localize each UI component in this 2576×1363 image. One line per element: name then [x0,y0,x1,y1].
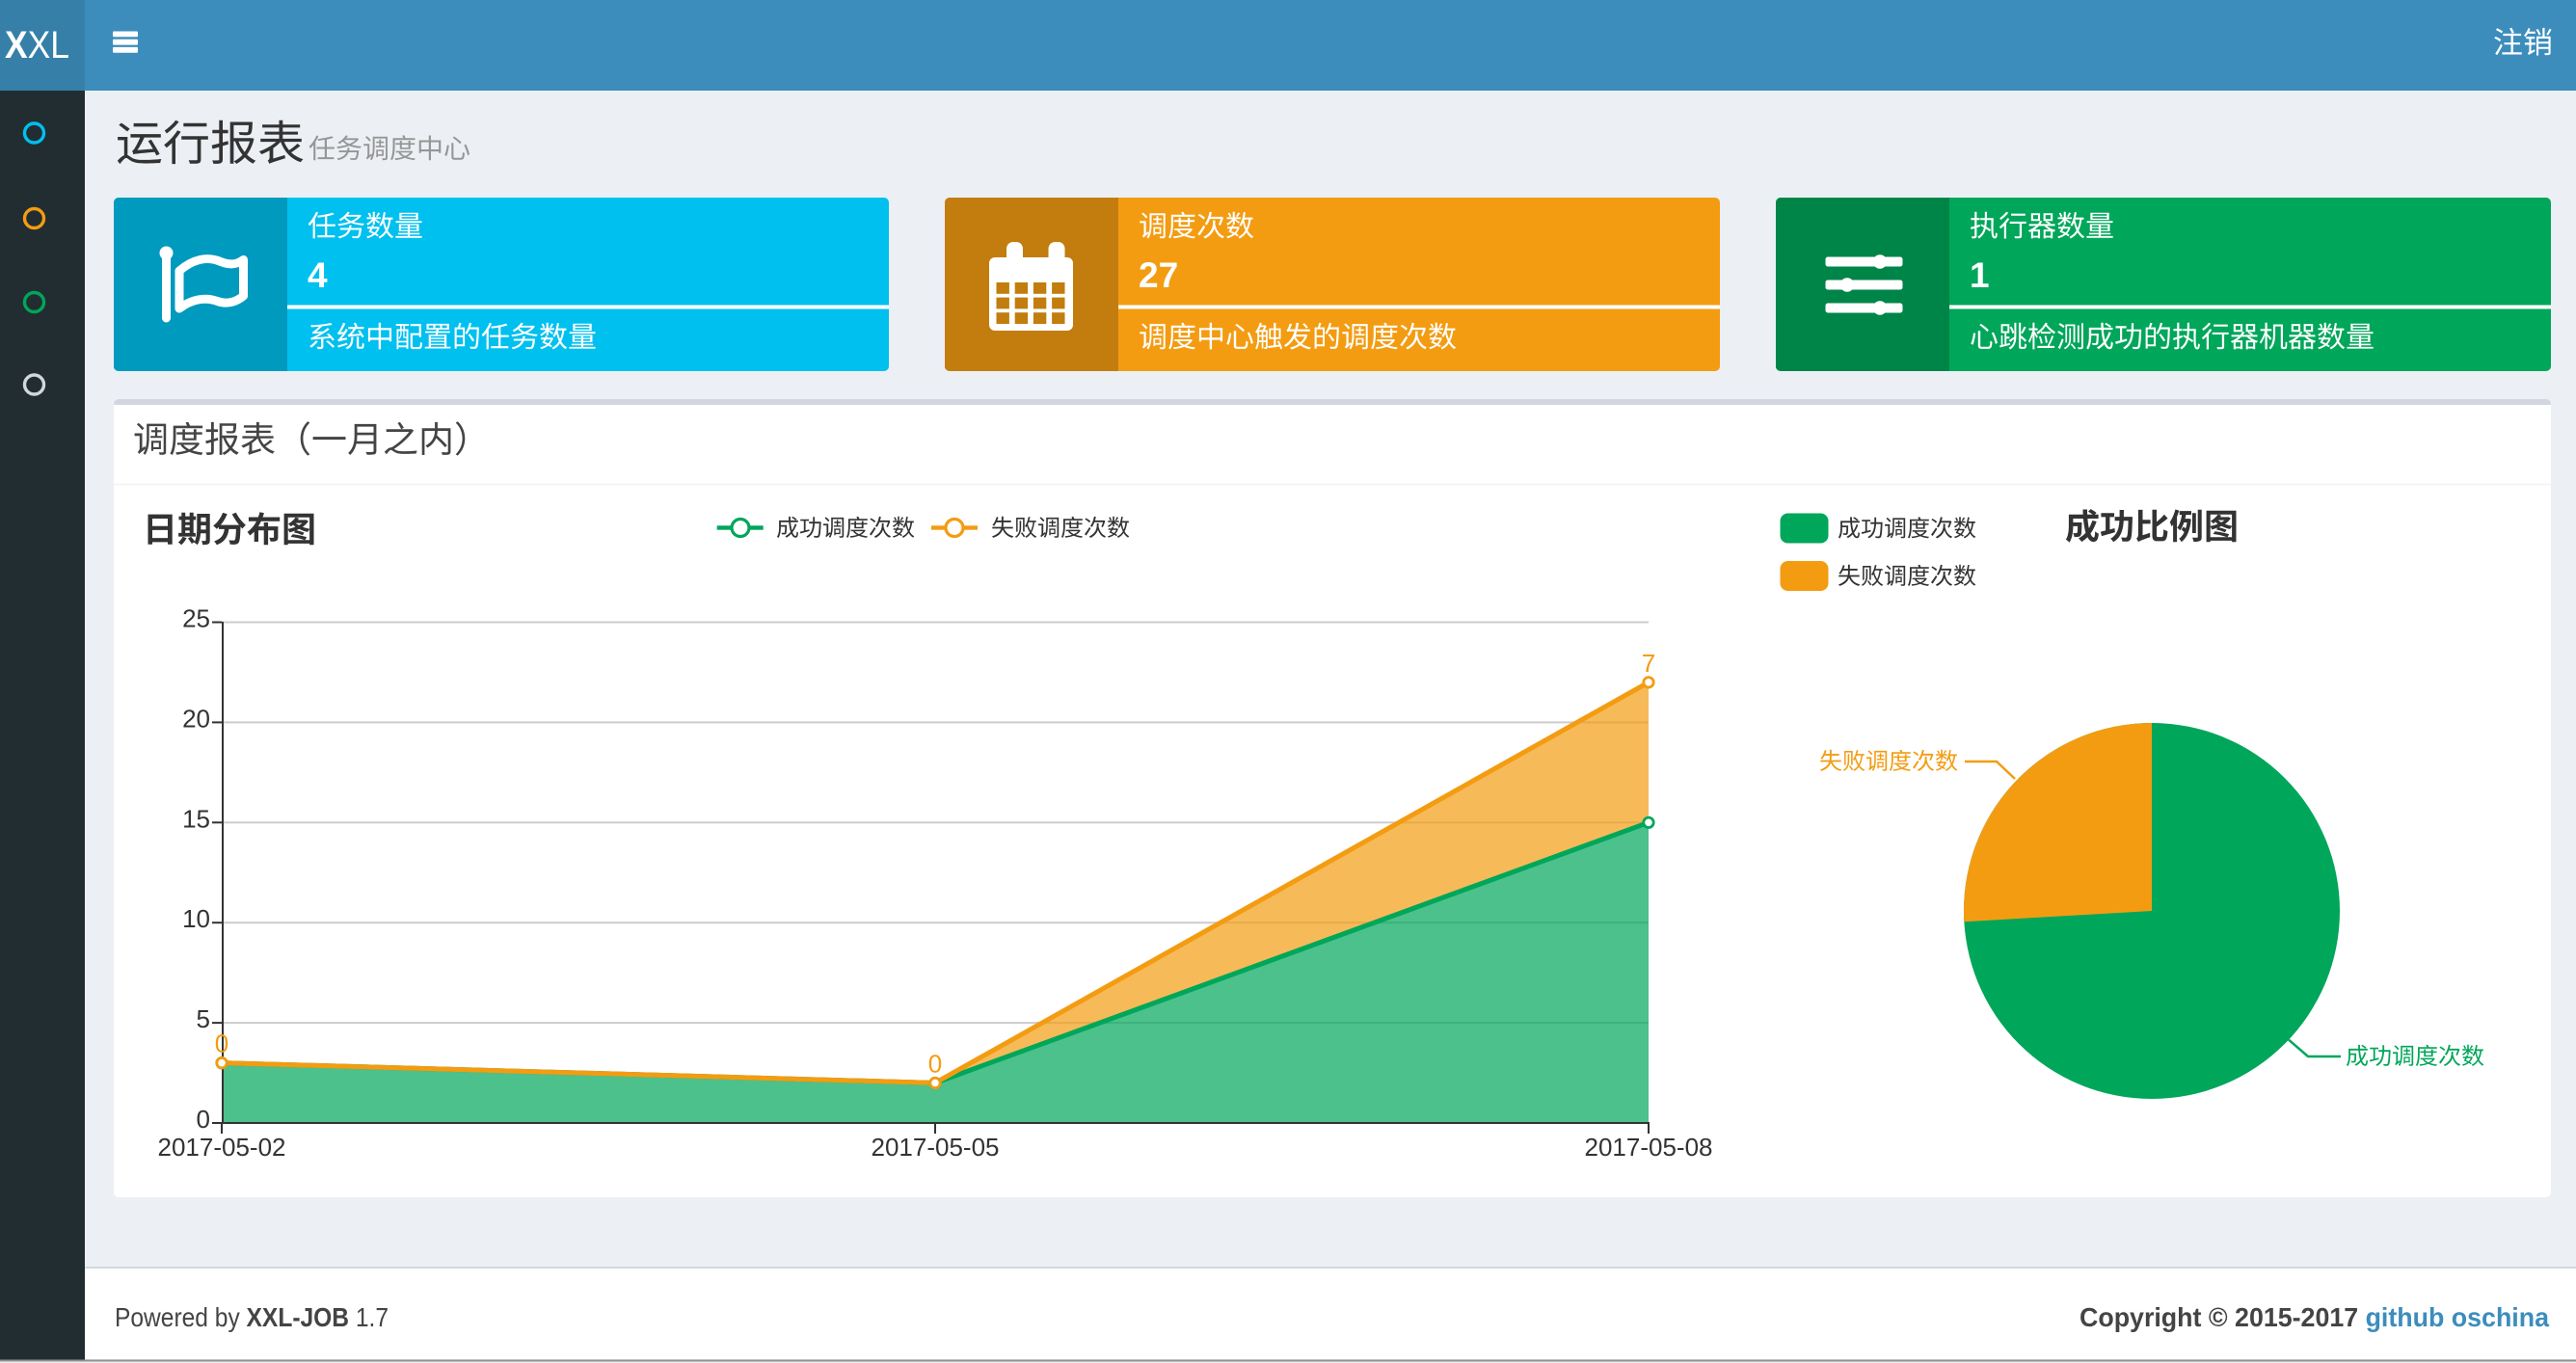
svg-text:2017-05-05: 2017-05-05 [872,1133,1000,1162]
svg-text:Copyright © 2015-2017 github: Copyright © 2015-2017 github oschina [2080,1302,2549,1332]
svg-text:XXL: XXL [5,24,69,67]
svg-text:10: 10 [182,904,210,933]
svg-text:0: 0 [215,1029,228,1058]
svg-text:5: 5 [197,1004,210,1033]
svg-text:15: 15 [182,804,210,833]
svg-text:27: 27 [1139,255,1178,295]
svg-text:2017-05-02: 2017-05-02 [158,1133,286,1162]
svg-text:7: 7 [1642,649,1655,678]
svg-text:20: 20 [182,704,210,733]
svg-text:4: 4 [308,255,328,295]
svg-text:Powered by XXL-JOB 1.7: Powered by XXL-JOB 1.7 [115,1302,389,1332]
svg-text:25: 25 [182,604,210,633]
svg-text:2017-05-08: 2017-05-08 [1585,1133,1713,1162]
svg-text:1: 1 [1970,255,1990,295]
svg-text:0: 0 [928,1049,942,1078]
svg-text:0: 0 [197,1105,210,1134]
